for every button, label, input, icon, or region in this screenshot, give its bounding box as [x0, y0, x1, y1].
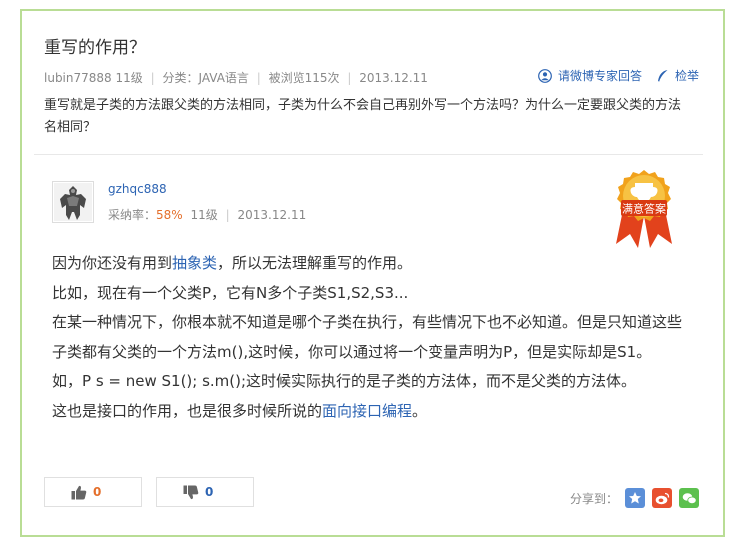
asker-level: 11级: [115, 71, 143, 85]
section-divider: [34, 154, 703, 155]
robot-avatar-image: [54, 183, 92, 221]
view-count: 被浏览115次: [268, 71, 340, 85]
meta-divider: |: [347, 71, 352, 85]
wechat-icon: [682, 492, 697, 504]
share-qzone-button[interactable]: [625, 488, 645, 508]
question-category[interactable]: 分类：JAVA语言: [162, 71, 248, 85]
share-bar: 分享到：: [570, 488, 699, 508]
answer-text: 因为你还没有用到: [52, 254, 173, 272]
answer-paragraph: 这也是接口的作用，也是很多时候所说的面向接口编程。: [52, 397, 692, 427]
ask-expert-link[interactable]: 请微博专家回答: [538, 67, 642, 84]
report-label: 检举: [674, 69, 699, 83]
asker-name[interactable]: lubin77888: [44, 71, 112, 85]
answerer-avatar[interactable]: [52, 181, 94, 223]
question-card: 重写的作用？ lubin77888 11级 | 分类：JAVA语言 | 被浏览1…: [20, 9, 725, 537]
meta-divider: |: [150, 71, 155, 85]
adoption-rate-label: 采纳率：: [108, 208, 157, 222]
ask-expert-label: 请微博专家回答: [557, 69, 642, 83]
weibo-icon: [655, 492, 669, 504]
answer-paragraph: 因为你还没有用到抽象类，所以无法理解重写的作用。: [52, 249, 692, 279]
answer-date: 2013.12.11: [237, 208, 307, 222]
upvote-count: 0: [93, 485, 102, 499]
feather-icon: [657, 69, 668, 82]
interface-programming-link[interactable]: 面向接口编程: [322, 402, 412, 420]
question-date: 2013.12.11: [359, 71, 428, 85]
meta-divider: |: [225, 208, 230, 222]
badge-label: 满意答案: [622, 202, 666, 216]
downvote-button[interactable]: 0: [156, 477, 254, 507]
qzone-icon: [629, 492, 641, 504]
answer-paragraph: 比如，现在有一个父类P，它有N多个子类S1,S2,S3...: [52, 283, 409, 302]
share-wechat-button[interactable]: [679, 488, 699, 508]
answerer-level: 11级: [190, 208, 218, 222]
question-meta: lubin77888 11级 | 分类：JAVA语言 | 被浏览115次 | 2…: [44, 69, 428, 86]
answer-paragraph: 如，P s = new S1(); s.m();这时候实际执行的是子类的方法体，…: [52, 372, 637, 390]
report-link[interactable]: 检举: [656, 67, 699, 84]
adoption-rate-value: 58%: [156, 208, 183, 222]
meta-divider: |: [256, 71, 261, 85]
answerer-name[interactable]: gzhqc888: [108, 182, 167, 196]
answer-content: 因为你还没有用到抽象类，所以无法理解重写的作用。 比如，现在有一个父类P，它有N…: [52, 249, 692, 426]
answerer-stats: 采纳率：58% 11级 | 2013.12.11: [108, 206, 306, 223]
user-icon: [538, 68, 552, 83]
badge-icon: 满意答案: [616, 170, 672, 248]
answer-paragraph: 在某一种情况下，你根本就不知道是哪个子类在执行，有些情况下也不必知道。但是只知道…: [52, 313, 683, 361]
answer-text: 这也是接口的作用，也是很多时候所说的: [52, 401, 323, 420]
question-title: 重写的作用？: [44, 38, 146, 58]
upvote-button[interactable]: 0: [44, 477, 142, 507]
thumbs-up-icon: [71, 485, 87, 499]
downvote-count: 0: [205, 485, 214, 499]
answer-text: 。: [412, 401, 428, 420]
question-body: 重写就是子类的方法跟父类的方法相同，子类为什么不会自己再别外写一个方法吗？为什么…: [44, 98, 682, 135]
answer-text: ，所以无法理解重写的作用。: [217, 254, 413, 272]
share-label: 分享到：: [569, 491, 618, 506]
question-actions: 请微博专家回答 检举: [538, 67, 699, 84]
abstract-class-link[interactable]: 抽象类: [172, 254, 217, 272]
share-weibo-button[interactable]: [652, 488, 672, 508]
thumbs-down-icon: [183, 485, 199, 499]
